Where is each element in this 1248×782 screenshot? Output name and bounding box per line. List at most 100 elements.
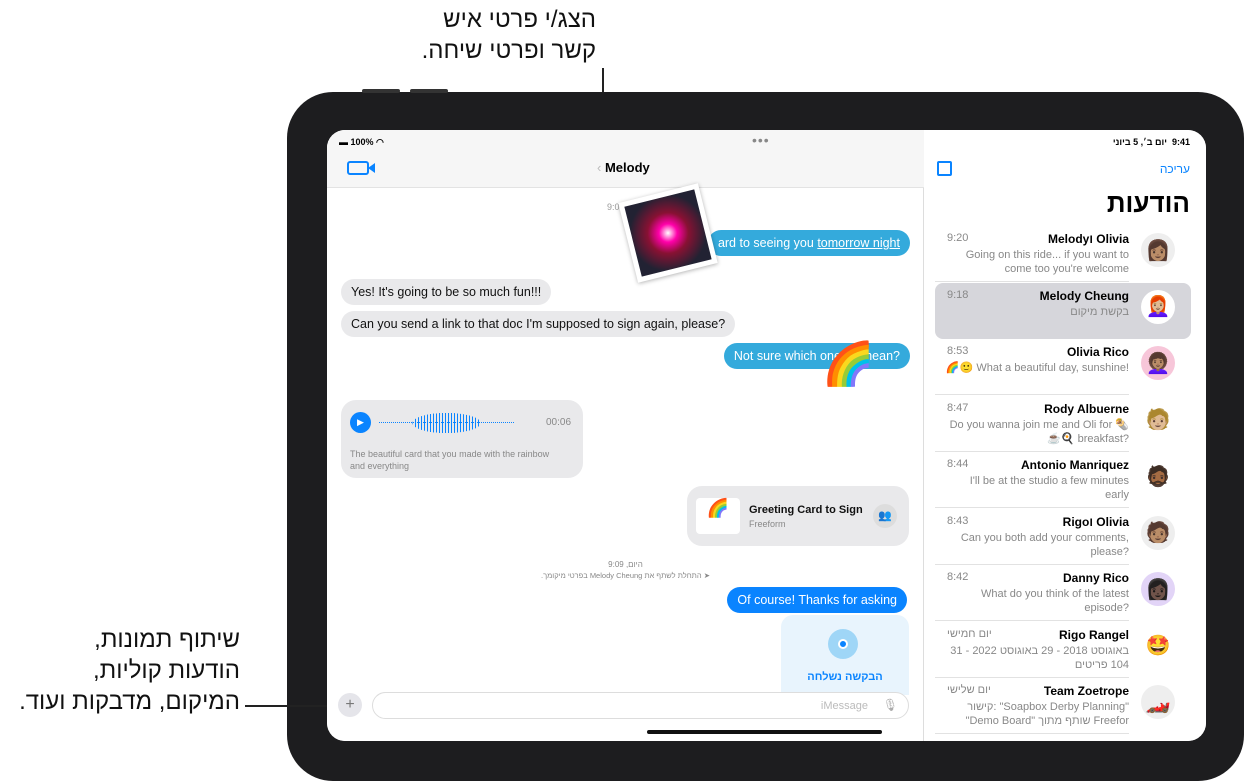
apps-plus-button[interactable]: + [338,693,362,717]
audio-transcript: The beautiful card that you made with th… [350,449,550,471]
conversation-preview: 🌈🙂 What a beautiful day, sunshine! [945,362,1129,374]
system-note: ➤ התחלת לשתף את Melody Cheung בפרטי מיקו… [541,571,710,580]
home-indicator [647,730,882,734]
video-call-lens [368,163,375,173]
avatar: 🧑🏽 [1141,515,1175,550]
conversation-preview: Going on this ride... if you want to com… [965,249,1129,275]
conversation-row[interactable]: 🧑🏽 Rigoו Olivia 8:43 Can you both add yo… [935,509,1191,565]
avatar: 👩🏽‍🦱 [1141,346,1175,380]
date-link[interactable]: tomorrow night [817,236,900,250]
conversation-preview: בקשת מיקום [1070,305,1129,318]
volume-button [410,89,448,93]
conversation-preview: קישור: "Soapbox Derby Planning" "Demo Bo… [965,701,1129,727]
row-divider [935,281,1129,282]
multitask-dots-icon[interactable]: ••• [752,132,770,148]
video-call-icon[interactable] [347,161,369,175]
avatar: 👩🏽 [1141,233,1175,267]
conversation-row[interactable]: 🤩 Rigo Rangel יום חמישי 31 באוגוסט 2018 … [935,622,1191,678]
avatar: 🧔🏾 [1141,459,1175,493]
message-bubble-outgoing[interactable]: Not sure which one mean? [723,343,910,369]
callout-line: קשר ופרטי שיחה. [421,37,596,64]
callout-pointer [245,705,337,707]
play-icon[interactable]: ▶ [350,412,371,433]
page-title: הודעות [1106,188,1190,218]
message-bubble-incoming[interactable]: Can you send a link to that doc I'm supp… [341,311,736,337]
callout-line: הודעות קוליות, [92,657,240,684]
contact-name: Melody [604,160,650,175]
avatar: 👩🏿 [1141,572,1175,606]
location-request-status: הבקשה נשלחה [807,671,883,683]
conversation-preview: I'll be at the studio a few minutes earl… [969,475,1129,501]
edit-button[interactable]: עריכה [1160,162,1190,176]
message-input[interactable]: iMessage 🎙 [372,692,909,719]
conversation-row[interactable]: 🧑🏼 Rody Albuerne 8:47 Do you wanna join … [935,396,1191,452]
microphone-icon[interactable]: 🎙 [883,698,898,712]
conversation-row[interactable]: 👩🏽‍🦱 Olivia Rico 8:53 🌈🙂 What a beautifu… [935,339,1191,395]
conversation-name: Team Zoetrope [1043,684,1129,698]
conversation-pane: ▬ 100% ◠ ••• ‹ Melody 9:0 ard to seeing … [327,130,924,741]
audio-message[interactable]: ▶ 00:06 The beautiful card that you made… [341,400,583,478]
avatar: 👩🏼‍🦰 [1141,289,1175,324]
location-pin-icon [828,629,858,659]
freeform-card-message[interactable]: 🌈 Greeting Card to Sign Freeform 👥 [687,486,909,546]
conversation-row[interactable]: 👩🏼‍🦰 Melody Cheung 9:18 בקשת מיקום [935,282,1191,339]
rainbow-sticker[interactable]: 🌈 [822,340,874,389]
avatar: 🏎️ [1141,685,1175,719]
conversation-preview: Do you wanna join me and Oli for 🌯☕🍳 bre… [949,418,1129,445]
battery-status: ▬ 100% ◠ [339,137,384,147]
conversation-name: Rigoו Olivia [1062,514,1129,529]
audio-duration: 00:06 [546,417,572,428]
chat-header: ▬ 100% ◠ ••• ‹ Melody [327,130,924,188]
conversation-row[interactable]: 👩🏽 Melodyו Olivia 9:20 Going on this rid… [935,226,1191,282]
card-subtitle: Freeform [749,519,786,529]
freeform-thumbnail: 🌈 [696,498,740,534]
conversation-time: 8:44 [947,458,969,470]
conversation-name: Melodyו Olivia [1048,232,1129,246]
row-divider [935,733,1129,734]
chevron-left-icon: ‹ [597,160,605,175]
conversation-time: יום שלישי [947,684,991,696]
compose-icon[interactable] [937,161,952,176]
callout-contact-details: הצג/י פרטי איש קשר ופרטי שיחה. [422,4,596,66]
callout-apps: שיתוף תמונות, הודעות קוליות, המיקום, מדב… [19,624,240,717]
conversation-time: 8:47 [947,401,969,414]
message-bubble-incoming[interactable]: Yes! It's going to be so much fun!!! [341,279,552,305]
conversation-time: יום חמישי [947,627,992,640]
conversation-name: Rody Albuerne [1044,401,1129,416]
callout-line: המיקום, מדבקות ועוד. [19,688,240,715]
location-request-card[interactable]: הבקשה נשלחה [781,615,909,695]
conversation-time: 8:42 [947,571,969,583]
conversation-time: 9:18 [947,288,969,301]
conversation-preview: What do you think of the latest episode? [981,588,1129,614]
waveform-baseline [379,422,514,423]
fireworks-photo-sticker[interactable] [618,183,718,283]
battery-percent: 100% [350,137,374,147]
conversation-row[interactable]: 🏎️ Team Zoetrope יום שלישי קישור: "Soapb… [935,678,1191,734]
volume-button [362,89,400,93]
card-title: Greeting Card to Sign [749,504,863,516]
conversation-name: Melody Cheung [1039,288,1129,303]
conversation-preview: 31 באוגוסט 2018 - 29 באוגוסט 2022 - 104 … [950,644,1129,671]
callout-line: שיתוף תמונות, [94,626,240,653]
conversation-row[interactable]: 🧔🏾 Antonio Manriquez 8:44 I'll be at the… [935,452,1191,508]
avatar: 🤩 [1141,628,1175,663]
system-time: היום, 9:09 [608,560,643,569]
conversation-time: 8:43 [947,514,969,527]
status-time-date: 9:41 יום ב׳, 5 ביוני [1112,137,1190,147]
conversation-list-pane: 9:41 יום ב׳, 5 ביוני עריכה הודעות 👩🏽 Mel… [925,130,1206,741]
message-bubble-outgoing[interactable]: Of course! Thanks for asking [727,587,907,613]
conversation-time: 8:53 [947,345,969,357]
collaborators-icon[interactable]: 👥 [873,504,897,528]
conversation-name: Antonio Manriquez [1021,458,1129,472]
audio-waveform[interactable] [379,413,514,433]
conversation-name: Danny Rico [1062,571,1129,585]
message-bubble-outgoing[interactable]: ard to seeing you tomorrow night [707,230,910,256]
callout-line: הצג/י פרטי איש [443,6,596,33]
conversation-preview: Can you both add your comments, please? [960,531,1129,558]
conversation-row[interactable]: 👩🏿 Danny Rico 8:42 What do you think of … [935,565,1191,621]
screen: ▬ 100% ◠ ••• ‹ Melody 9:0 ard to seeing … [327,130,1206,741]
contact-title-button[interactable]: ‹ Melody [597,160,650,175]
message-input-placeholder: iMessage [820,700,868,712]
conversation-name: Rigo Rangel [1058,627,1129,642]
conversation-name: Olivia Rico [1066,345,1129,359]
